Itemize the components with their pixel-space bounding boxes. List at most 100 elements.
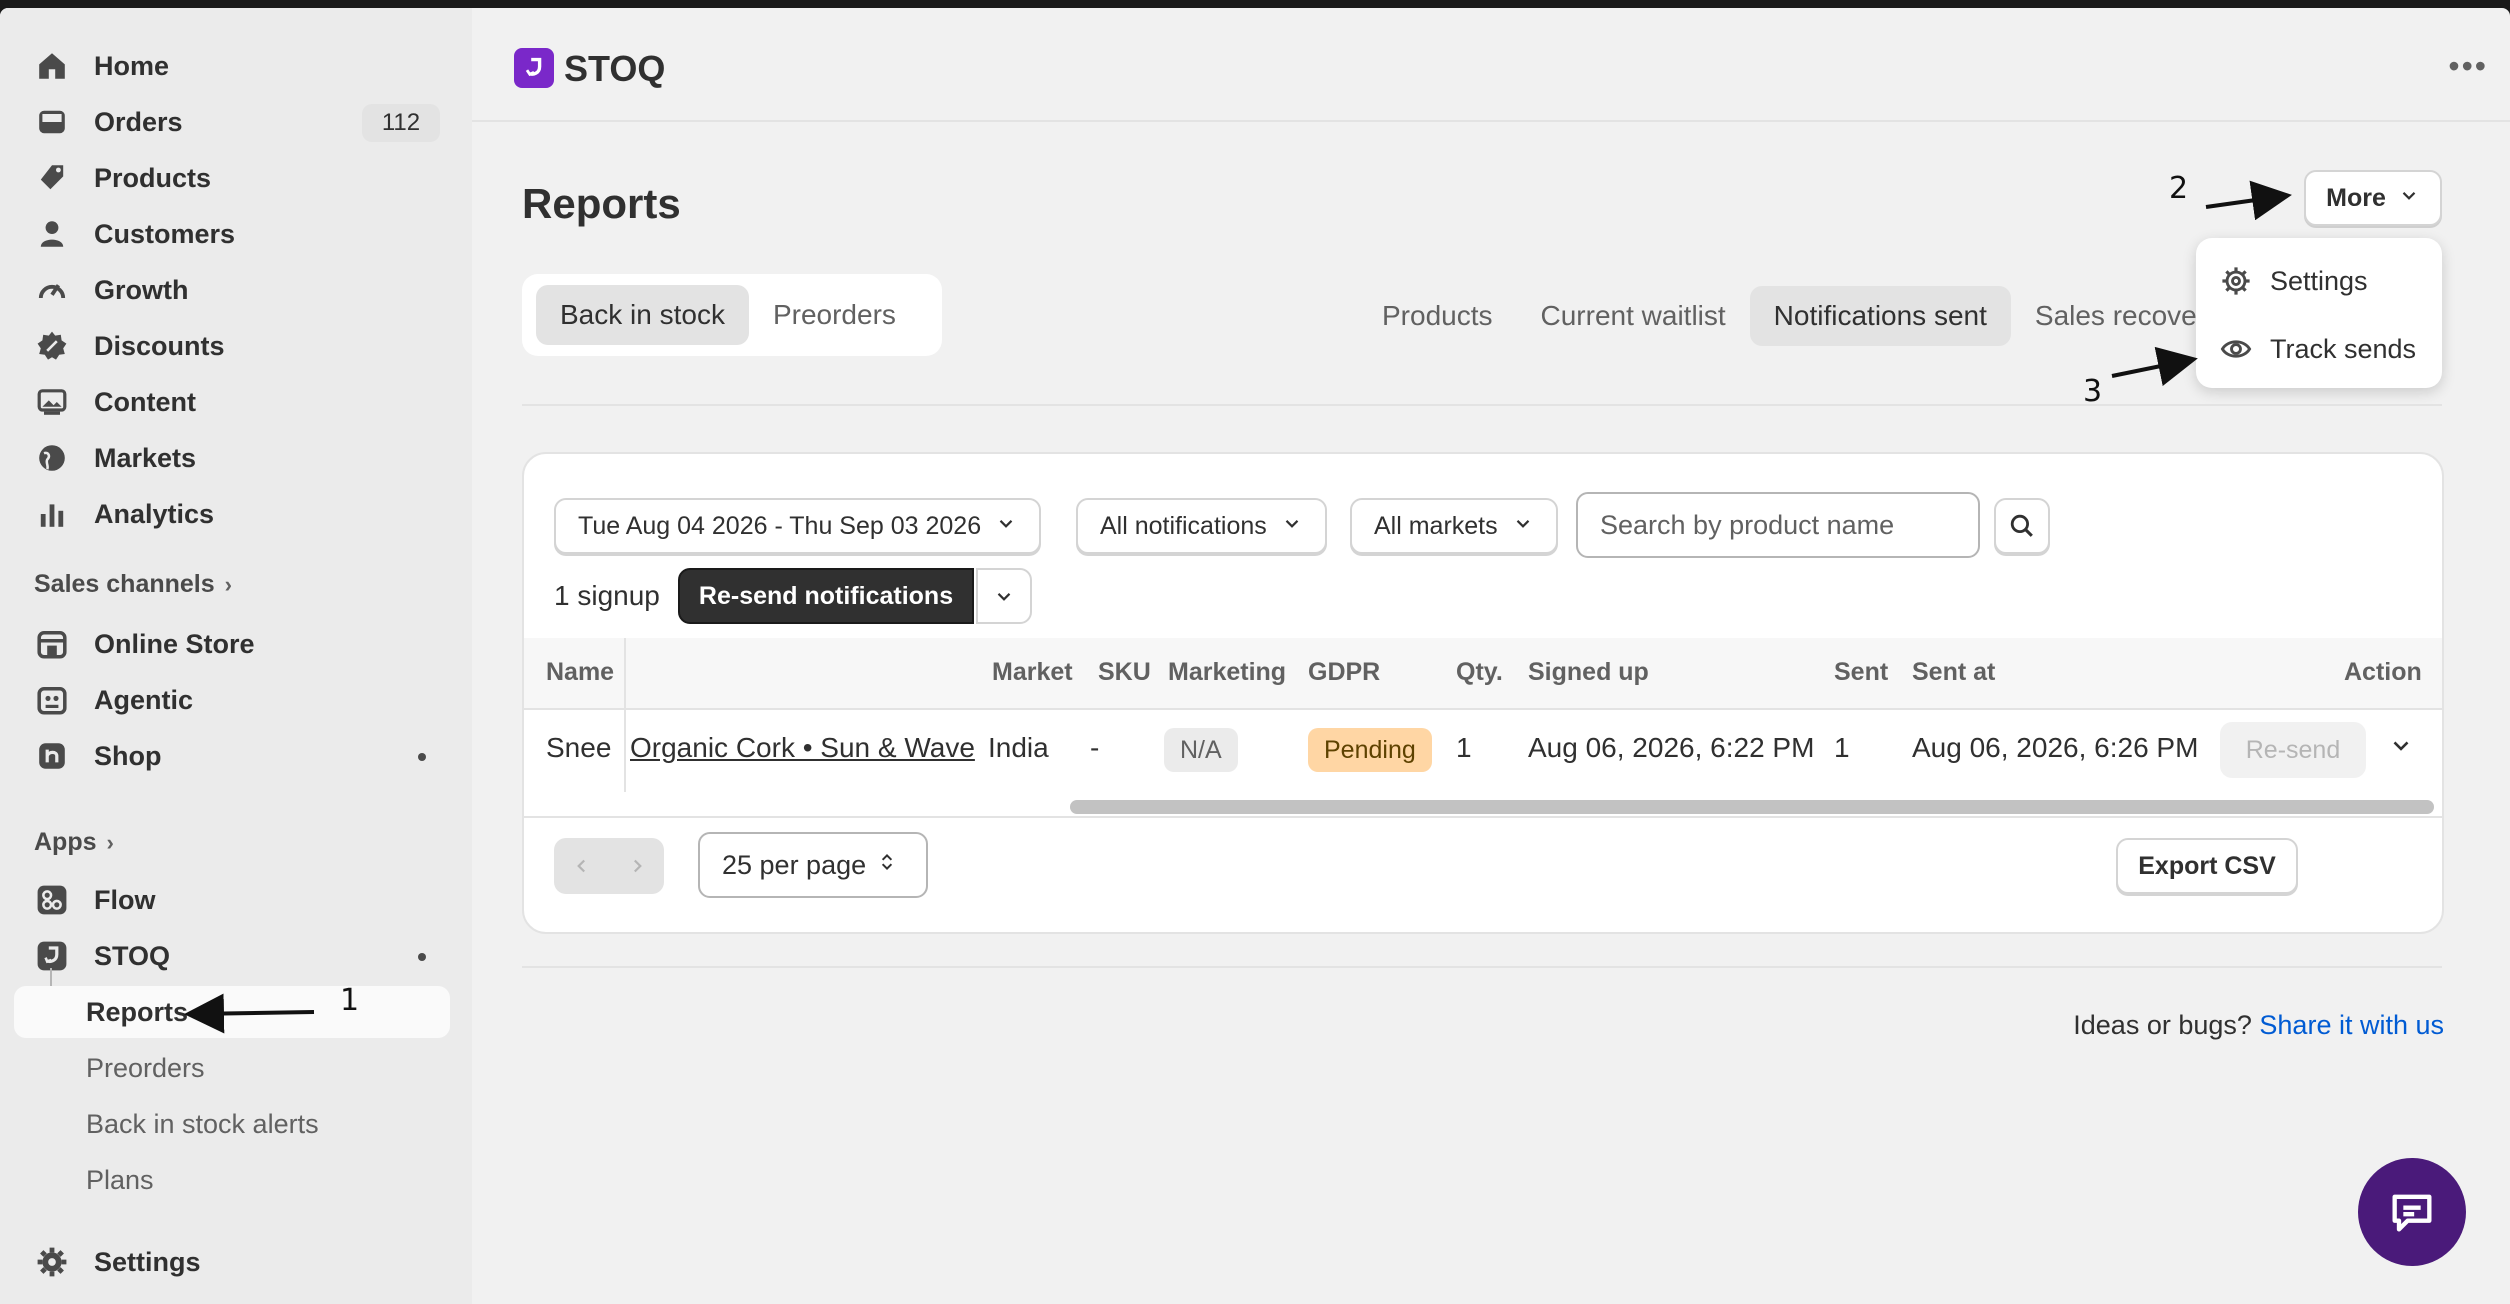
sidebar-item-label: Back in stock alerts	[86, 1108, 319, 1139]
column-header[interactable]: Market	[992, 658, 1073, 687]
export-csv-button[interactable]: Export CSV	[2116, 838, 2298, 894]
sidebar-item-products[interactable]: Products	[14, 152, 450, 204]
chevron-down-icon	[1281, 512, 1303, 541]
search-button[interactable]	[1994, 498, 2050, 554]
tab-products[interactable]: Products	[1358, 286, 1517, 346]
column-header[interactable]: Name	[546, 658, 614, 687]
sidebar-item-label: Products	[94, 162, 212, 193]
sidebar-item-label: Settings	[94, 1246, 201, 1277]
shop-icon	[32, 736, 72, 776]
sidebar-item-online-store[interactable]: Online Store	[14, 618, 450, 670]
app-name: STOQ	[564, 48, 666, 89]
resend-row-button[interactable]: Re-send	[2220, 722, 2366, 778]
next-page-icon[interactable]	[609, 855, 664, 877]
horizontal-scrollbar[interactable]	[524, 794, 2442, 818]
scrollbar-thumb[interactable]	[1070, 800, 2434, 814]
tab-current-waitlist[interactable]: Current waitlist	[1517, 286, 1750, 346]
column-header[interactable]: GDPR	[1308, 658, 1380, 687]
sidebar-item-growth[interactable]: Growth	[14, 264, 450, 316]
main-area: STOQ ••• Reports More Settings Track sen…	[472, 8, 2510, 1304]
product-link[interactable]: Organic Cork • Sun & Wave	[630, 732, 975, 764]
annotation-number-2: 2	[2169, 171, 2189, 206]
sidebar-item-label: Reports	[86, 996, 189, 1027]
sidebar-item-analytics[interactable]: Analytics	[14, 488, 450, 540]
date-range-label: Tue Aug 04 2026 - Thu Sep 03 2026	[578, 511, 982, 540]
column-header[interactable]: Action	[2344, 658, 2422, 687]
expand-row-icon[interactable]	[2388, 732, 2414, 763]
notifications-filter[interactable]: All notifications	[1076, 498, 1327, 554]
discount-icon	[32, 326, 72, 366]
more-actions-icon[interactable]: •••	[2448, 50, 2488, 82]
cell-market: India	[988, 732, 1049, 763]
column-header[interactable]: Marketing	[1168, 658, 1286, 687]
column-header[interactable]: Qty.	[1456, 658, 1503, 687]
per-page-select[interactable]: 25 per page	[698, 832, 928, 898]
sidebar-item-flow[interactable]: Flow	[14, 874, 450, 926]
home-icon	[32, 46, 72, 86]
date-range-picker[interactable]: Tue Aug 04 2026 - Thu Sep 03 2026	[554, 498, 1042, 554]
column-header[interactable]: Sent at	[1912, 658, 1995, 687]
chat-button[interactable]	[2358, 1158, 2466, 1266]
feedback-link[interactable]: Share it with us	[2259, 1010, 2444, 1040]
popover-item-settings[interactable]: Settings	[2196, 252, 2442, 310]
resend-notifications-button[interactable]: Re-send notifications	[678, 568, 974, 624]
per-page-label: 25 per page	[722, 849, 867, 880]
segment-back-in-stock[interactable]: Back in stock	[536, 285, 749, 345]
more-popover: Settings Track sends	[2196, 238, 2442, 388]
column-header[interactable]: SKU	[1098, 658, 1151, 687]
sidebar-subitem-plans[interactable]: Plans	[14, 1154, 450, 1206]
sidebar-item-content[interactable]: Content	[14, 376, 450, 428]
sidebar-subitem-reports[interactable]: Reports	[14, 986, 450, 1038]
resend-options-button[interactable]	[976, 568, 1032, 624]
column-header[interactable]: Signed up	[1528, 658, 1649, 687]
sidebar-item-shop[interactable]: Shop	[14, 730, 450, 782]
tab-sales-recovered[interactable]: Sales recove	[2011, 286, 2221, 346]
sales-channels-heading[interactable]: Sales channels ›	[34, 570, 232, 599]
cell-sent-at: Aug 06, 2026, 6:26 PM	[1912, 732, 2199, 763]
robot-icon	[32, 680, 72, 720]
chevron-down-icon	[2398, 184, 2420, 213]
sidebar-item-stoq[interactable]: STOQ	[14, 930, 450, 982]
gear-icon	[2222, 267, 2250, 295]
sidebar-item-label: Content	[94, 386, 196, 417]
sidebar-item-label: Agentic	[94, 684, 194, 715]
chevron-down-icon	[995, 512, 1017, 541]
sidebar-item-settings[interactable]: Settings	[14, 1236, 450, 1288]
sidebar-item-home[interactable]: Home	[14, 40, 450, 92]
popover-item-track-sends[interactable]: Track sends	[2196, 320, 2442, 378]
cell-name: Snee	[546, 732, 612, 763]
image-icon	[32, 382, 72, 422]
tab-notifications-sent[interactable]: Notifications sent	[1749, 286, 2011, 346]
gear-icon	[32, 1242, 72, 1282]
sidebar-subitem-back-in-stock-alerts[interactable]: Back in stock alerts	[14, 1098, 450, 1150]
column-header[interactable]: Sent	[1834, 658, 1888, 687]
cell-signed-up: Aug 06, 2026, 6:22 PM	[1528, 732, 1815, 763]
sidebar-item-discounts[interactable]: Discounts	[14, 320, 450, 372]
notifications-card: Tue Aug 04 2026 - Thu Sep 03 2026 All no…	[522, 452, 2444, 934]
sidebar-item-customers[interactable]: Customers	[14, 208, 450, 260]
person-icon	[32, 214, 72, 254]
sidebar-item-label: STOQ	[94, 940, 171, 971]
selection-count: 1 signup	[554, 580, 660, 611]
feedback-text: Ideas or bugs?	[2073, 1010, 2252, 1040]
segment-preorders[interactable]: Preorders	[749, 285, 920, 345]
search-input[interactable]: Search by product name	[1576, 492, 1980, 558]
more-button[interactable]: More	[2304, 170, 2442, 226]
previous-page-icon[interactable]	[554, 855, 609, 877]
pagination	[554, 838, 664, 894]
sidebar-item-agentic[interactable]: Agentic	[14, 674, 450, 726]
chevron-right-icon: ›	[224, 571, 232, 597]
section-label: Apps	[34, 828, 97, 856]
gdpr-status-badge: Pending	[1308, 728, 1432, 772]
markets-filter[interactable]: All markets	[1350, 498, 1558, 554]
apps-heading[interactable]: Apps ›	[34, 828, 114, 857]
eye-icon	[2220, 340, 2252, 358]
popover-item-label: Track sends	[2270, 333, 2417, 364]
sidebar-item-markets[interactable]: Markets	[14, 432, 450, 484]
sidebar-subitem-preorders[interactable]: Preorders	[14, 1042, 450, 1094]
column-divider	[624, 638, 626, 792]
stoq-logo-icon	[514, 48, 554, 88]
globe-icon	[32, 438, 72, 478]
sidebar-item-orders[interactable]: Orders 112	[14, 96, 450, 148]
chat-bubble-icon	[2392, 1194, 2432, 1232]
